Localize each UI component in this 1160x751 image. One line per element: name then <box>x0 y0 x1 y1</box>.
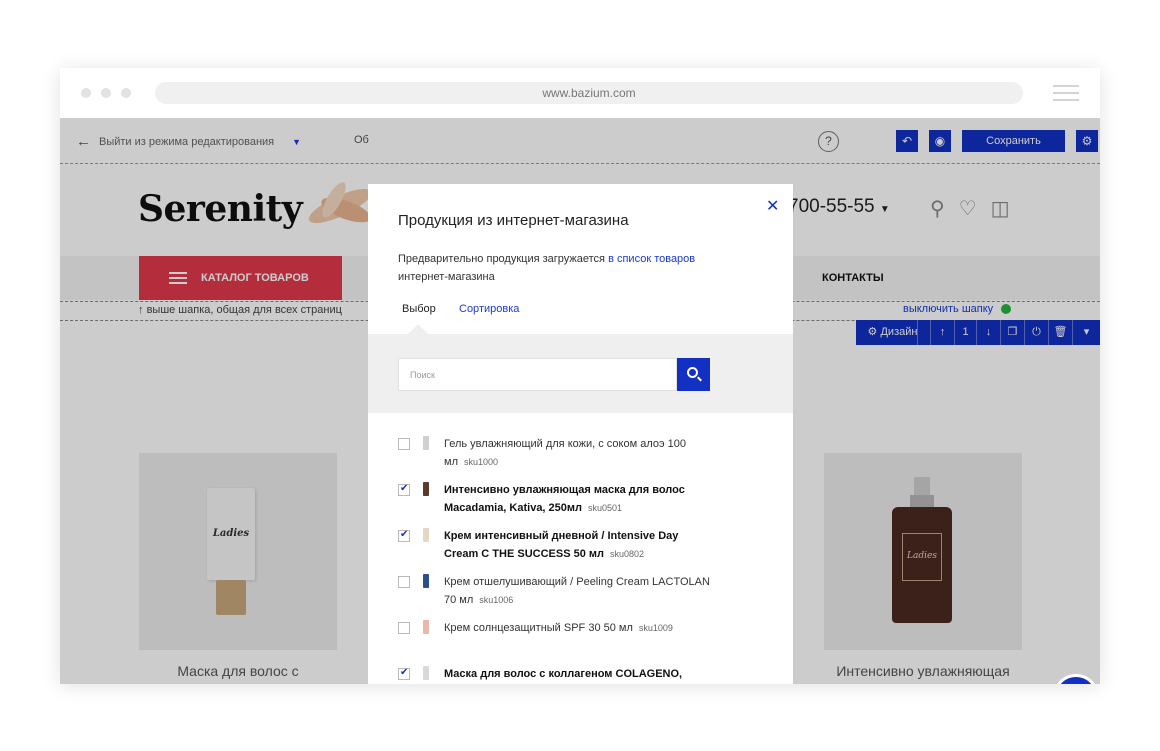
item-name: Гель увлажняющий для кожи, с соком алоэ … <box>444 438 687 468</box>
item-checkbox[interactable] <box>398 622 410 634</box>
product-list: Гель увлажняющий для кожи, с соком алоэ … <box>398 434 728 684</box>
list-item[interactable]: Гель увлажняющий для кожи, с соком алоэ … <box>398 434 728 480</box>
item-sku: sku1006 <box>479 595 514 605</box>
item-name: Крем солнцезащитный SPF 30 50 мл sku1009 <box>444 622 673 634</box>
window-dot-maximize[interactable] <box>121 88 131 98</box>
modal-title: Продукция из интернет-магазина <box>398 212 629 229</box>
site-content: ← Выйти из режима редактирования ▼ Об ? … <box>60 118 1100 684</box>
products-modal: ✕ Продукция из интернет-магазина Предвар… <box>368 184 793 684</box>
tab-select[interactable]: Выбор <box>402 303 436 315</box>
item-name: Маска для волос с коллагеном COLAGENO, K… <box>444 668 683 680</box>
item-checkbox[interactable] <box>398 576 410 588</box>
browser-toolbar: www.bazium.com <box>60 68 1100 118</box>
list-item[interactable]: Крем солнцезащитный SPF 30 50 мл sku1009 <box>398 618 728 664</box>
browser-window: www.bazium.com ← Выйти из режима редакти… <box>60 68 1100 684</box>
item-name: Крем отшелушивающий / Peeling Cream LACT… <box>444 576 710 606</box>
window-dot-minimize[interactable] <box>101 88 111 98</box>
modal-description: Предварительно продукция загружается в с… <box>398 253 696 283</box>
search-input[interactable]: Поиск <box>398 358 677 391</box>
item-checkbox[interactable] <box>398 438 410 450</box>
browser-menu-icon[interactable] <box>1053 85 1079 106</box>
item-thumbnail <box>423 436 429 450</box>
search-icon <box>687 367 698 378</box>
item-thumbnail <box>423 620 429 634</box>
item-sku: sku0501 <box>588 503 623 513</box>
item-thumbnail <box>423 482 429 496</box>
item-thumbnail <box>423 574 429 588</box>
search-button[interactable] <box>677 358 710 391</box>
item-sku: sku0802 <box>610 549 645 559</box>
item-sku: sku1009 <box>638 623 673 633</box>
item-sku: sku1000 <box>463 457 499 467</box>
item-thumbnail <box>423 528 429 542</box>
product-list-link[interactable]: в список товаров <box>608 253 695 265</box>
list-item[interactable]: Маска для волос с коллагеном COLAGENO, K… <box>398 664 728 684</box>
item-checkbox[interactable] <box>398 483 410 496</box>
address-bar[interactable]: www.bazium.com <box>155 82 1023 104</box>
close-icon[interactable]: ✕ <box>766 196 779 216</box>
item-thumbnail <box>423 666 429 680</box>
list-item[interactable]: Крем интенсивный дневной / Intensive Day… <box>398 526 728 572</box>
window-dot-close[interactable] <box>81 88 91 98</box>
list-item[interactable]: Интенсивно увлажняющая маска для волос M… <box>398 480 728 526</box>
tab-sort[interactable]: Сортировка <box>459 303 519 315</box>
item-checkbox[interactable] <box>398 529 410 542</box>
item-checkbox[interactable] <box>398 667 410 680</box>
item-name: Интенсивно увлажняющая маска для волос M… <box>444 484 685 514</box>
list-item[interactable]: Крем отшелушивающий / Peeling Cream LACT… <box>398 572 728 618</box>
item-name: Крем интенсивный дневной / Intensive Day… <box>444 530 679 560</box>
